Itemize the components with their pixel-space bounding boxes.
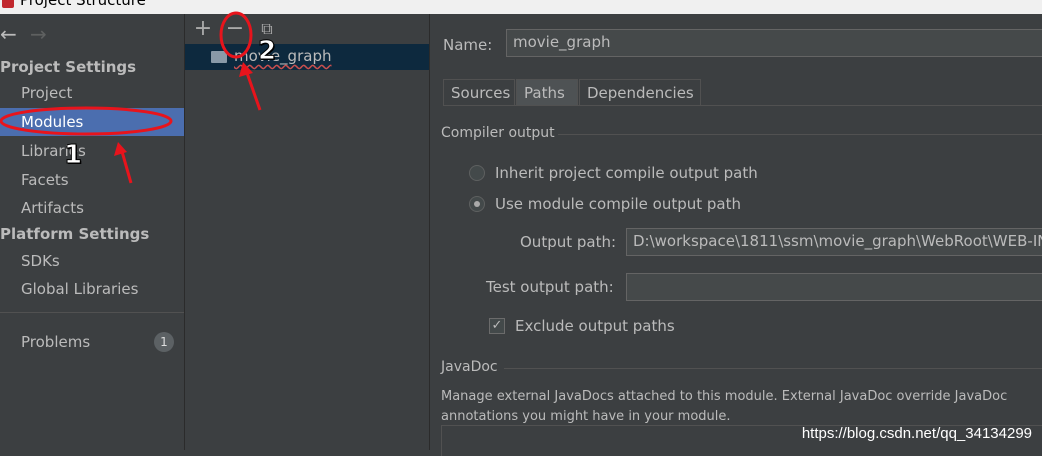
test-output-path-field[interactable]	[626, 273, 1042, 301]
inherit-output-radio[interactable]	[469, 165, 485, 181]
name-label: Name:	[443, 36, 493, 54]
window-title: Project Structure	[20, 0, 146, 9]
sidebar-item-modules[interactable]: Modules	[0, 108, 184, 136]
nav-arrows: ← →	[0, 22, 60, 46]
module-name: movie_graph	[234, 47, 332, 65]
window-titlebar: Project Structure	[0, 0, 1042, 14]
exclude-output-checkbox[interactable]: ✓	[489, 318, 505, 334]
back-arrow-icon[interactable]: ←	[0, 22, 30, 46]
step2-number: 2	[257, 36, 277, 67]
tab-paths[interactable]: Paths	[516, 79, 578, 105]
module-folder-icon	[211, 51, 227, 63]
javadoc-description: Manage external JavaDocs attached to thi…	[441, 389, 1008, 424]
compiler-output-rule	[558, 134, 1042, 135]
sidebar-item-global-libraries[interactable]: Global Libraries	[0, 275, 184, 303]
compiler-output-title: Compiler output	[441, 125, 555, 141]
exclude-output-label[interactable]: Exclude output paths	[515, 317, 675, 335]
javadoc-rule	[504, 368, 1042, 369]
platform-settings-header: Platform Settings	[0, 225, 150, 243]
watermark: https://blog.csdn.net/qq_34134299	[801, 425, 1032, 442]
add-module-icon[interactable]: +	[193, 18, 213, 40]
module-details: Name: movie_graph Sources Paths Dependen…	[430, 14, 1042, 456]
problems-label: Problems	[21, 333, 91, 351]
test-output-path-label: Test output path:	[486, 278, 614, 296]
problems-count-badge: 1	[154, 332, 174, 352]
modules-panel: + − ⧉ movie_graph	[185, 14, 430, 450]
sidebar-item-libraries[interactable]: Libraries	[0, 137, 184, 165]
output-path-label: Output path:	[520, 233, 617, 251]
remove-module-icon[interactable]: −	[225, 18, 245, 40]
module-output-radio[interactable]	[469, 196, 485, 212]
tab-sources[interactable]: Sources	[443, 79, 515, 105]
module-name-field[interactable]: movie_graph	[506, 29, 1042, 57]
step1-number: 1	[63, 140, 83, 171]
javadoc-title: JavaDoc	[441, 359, 498, 375]
module-output-label[interactable]: Use module compile output path	[495, 195, 741, 213]
sidebar-item-facets[interactable]: Facets	[0, 166, 184, 194]
tab-dependencies[interactable]: Dependencies	[579, 79, 701, 105]
settings-sidebar: ← → Project Settings Project Modules Libr…	[0, 14, 185, 450]
sidebar-item-problems[interactable]: Problems 1	[0, 328, 184, 356]
app-logo-icon	[2, 0, 14, 8]
sidebar-item-project[interactable]: Project	[0, 79, 184, 107]
tab-divider	[443, 105, 1042, 106]
sidebar-item-artifacts[interactable]: Artifacts	[0, 194, 184, 222]
project-settings-header: Project Settings	[0, 58, 137, 76]
module-list-item[interactable]: movie_graph	[185, 44, 429, 70]
forward-arrow-icon[interactable]: →	[30, 22, 60, 46]
sidebar-divider	[0, 312, 184, 313]
sidebar-item-sdks[interactable]: SDKs	[0, 247, 184, 275]
output-path-field[interactable]: D:\workspace\1811\ssm\movie_graph\WebRoo…	[626, 228, 1042, 256]
radio-selected-dot	[474, 201, 480, 207]
inherit-output-label[interactable]: Inherit project compile output path	[495, 164, 758, 182]
